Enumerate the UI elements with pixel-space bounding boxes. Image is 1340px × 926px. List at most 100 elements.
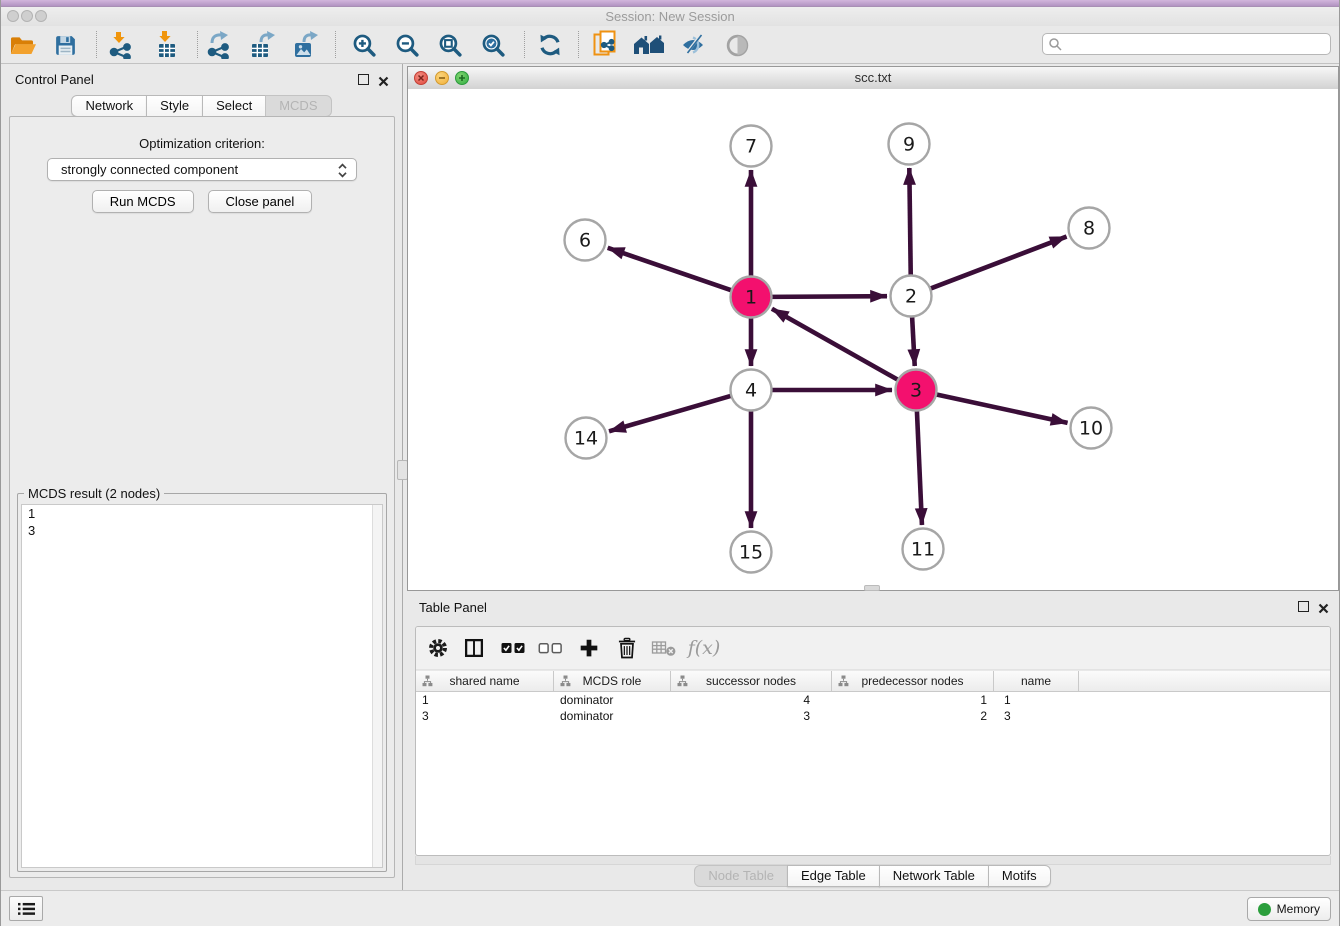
tab-style[interactable]: Style	[146, 95, 203, 117]
run-mcds-button[interactable]: Run MCDS	[92, 190, 194, 213]
birds-eye-view-button[interactable]	[721, 29, 753, 61]
column-header-name[interactable]: name	[994, 671, 1079, 691]
network-graph: 7 9 6 8 1 2 4 3 14 10 15 11	[408, 89, 1338, 590]
zoom-in-button[interactable]	[348, 29, 380, 61]
network-window-titlebar[interactable]: scc.txt	[408, 67, 1338, 90]
node-label: 4	[745, 380, 757, 402]
edge-2-to-3[interactable]	[912, 314, 915, 366]
column-header-successor-nodes[interactable]: successor nodes	[671, 671, 832, 691]
node-14[interactable]: 14	[566, 418, 607, 459]
apply-function-button[interactable]: f(x)	[688, 637, 721, 659]
edge-3-to-10[interactable]	[934, 394, 1068, 423]
node-3[interactable]: 3	[896, 370, 937, 411]
column-header-label: name	[1021, 674, 1051, 688]
tab-mcds[interactable]: MCDS	[265, 95, 331, 117]
optimization-criterion-select[interactable]: strongly connected component	[47, 158, 357, 181]
node-8[interactable]: 8	[1069, 208, 1110, 249]
toolbar-separator	[335, 31, 336, 58]
app-titlebar: Session: New Session	[1, 7, 1339, 26]
tab-edge-table[interactable]: Edge Table	[787, 865, 880, 887]
show-columns-button[interactable]	[464, 638, 485, 659]
zoom-out-button[interactable]	[391, 29, 423, 61]
edge-1-to-2[interactable]	[769, 296, 887, 297]
deselect-all-button[interactable]	[538, 640, 563, 656]
import-table-icon	[152, 31, 180, 59]
export-image-button[interactable]	[290, 29, 322, 61]
tab-node-table[interactable]: Node Table	[694, 865, 788, 887]
column-header-shared-name[interactable]: shared name	[416, 671, 554, 691]
apply-layout-button[interactable]	[534, 29, 566, 61]
zoom-selected-button[interactable]	[477, 29, 509, 61]
export-table-button[interactable]	[247, 29, 279, 61]
show-task-history-button[interactable]	[9, 896, 43, 921]
hide-graphics-details-button[interactable]	[677, 29, 709, 61]
column-header-label: MCDS role	[583, 674, 642, 688]
node-label: 9	[903, 134, 915, 156]
open-file-button[interactable]	[7, 29, 39, 61]
toolbar-separator	[96, 31, 97, 58]
node-7[interactable]: 7	[731, 126, 772, 167]
zoom-selected-icon	[480, 32, 507, 59]
tab-network[interactable]: Network	[71, 95, 147, 117]
select-all-button[interactable]	[501, 640, 526, 656]
column-header-predecessor-nodes[interactable]: predecessor nodes	[832, 671, 994, 691]
application-window: Session: New Session	[0, 0, 1340, 926]
table-row[interactable]: 1dominator411	[416, 692, 1330, 708]
node-label: 11	[911, 539, 935, 561]
close-table-panel-icon[interactable]	[1318, 601, 1329, 612]
node-6[interactable]: 6	[565, 220, 606, 261]
edge-2-to-9[interactable]	[909, 168, 910, 278]
delete-table-button[interactable]	[652, 639, 677, 657]
node-2[interactable]: 2	[891, 276, 932, 317]
first-neighbors-button[interactable]	[633, 29, 665, 61]
houses-icon	[633, 33, 665, 57]
mcds-result-line: 1	[22, 505, 382, 522]
table-panel: Table Panel	[407, 594, 1339, 890]
search-input[interactable]	[1067, 35, 1326, 55]
memory-button[interactable]: Memory	[1247, 897, 1331, 921]
node-4[interactable]: 4	[731, 370, 772, 411]
close-panel-icon[interactable]	[378, 74, 389, 85]
zoom-fit-icon	[437, 32, 464, 59]
mcds-result-area[interactable]: 13	[21, 504, 383, 868]
node-9[interactable]: 9	[889, 124, 930, 165]
export-network-button[interactable]	[203, 29, 235, 61]
close-panel-button[interactable]: Close panel	[208, 190, 313, 213]
node-label: 3	[910, 380, 922, 402]
network-resize-handle[interactable]	[864, 585, 880, 591]
float-panel-icon[interactable]	[358, 74, 369, 85]
table-hscroll-strip[interactable]	[415, 856, 1331, 865]
delete-columns-button[interactable]	[618, 638, 637, 659]
node-15[interactable]: 15	[731, 532, 772, 573]
app-title: Session: New Session	[1, 9, 1339, 24]
float-table-panel-icon[interactable]	[1298, 601, 1309, 612]
optimization-criterion-label: Optimization criterion:	[10, 136, 394, 151]
save-session-button[interactable]	[49, 29, 81, 61]
zoom-fit-button[interactable]	[434, 29, 466, 61]
tab-select[interactable]: Select	[202, 95, 266, 117]
node-10[interactable]: 10	[1071, 408, 1112, 449]
new-network-from-selection-button[interactable]	[590, 29, 622, 61]
import-table-button[interactable]	[150, 29, 182, 61]
table-row[interactable]: 3dominator323	[416, 708, 1330, 724]
status-bar: Memory	[1, 890, 1339, 926]
result-scrollbar[interactable]	[372, 505, 382, 867]
tab-network-table[interactable]: Network Table	[879, 865, 989, 887]
tab-motifs[interactable]: Motifs	[988, 865, 1051, 887]
node-11[interactable]: 11	[903, 529, 944, 570]
optimization-criterion-value: strongly connected component	[61, 162, 238, 177]
column-header-mcds-role[interactable]: MCDS role	[554, 671, 671, 691]
edge-3-to-1[interactable]	[772, 309, 900, 381]
network-canvas[interactable]: 7 9 6 8 1 2 4 3 14 10 15 11	[408, 89, 1338, 590]
edge-4-to-14[interactable]	[609, 395, 734, 431]
edge-2-to-8[interactable]	[928, 237, 1067, 290]
node-label: 15	[739, 542, 763, 564]
edge-3-to-11[interactable]	[917, 408, 922, 525]
import-network-button[interactable]	[104, 29, 136, 61]
node-1[interactable]: 1	[731, 277, 772, 318]
table-body: 1dominator4113dominator323	[416, 692, 1330, 724]
export-table-icon	[249, 31, 277, 59]
table-settings-button[interactable]	[427, 637, 449, 659]
add-column-button[interactable]	[579, 638, 600, 659]
edge-1-to-6[interactable]	[608, 248, 734, 291]
